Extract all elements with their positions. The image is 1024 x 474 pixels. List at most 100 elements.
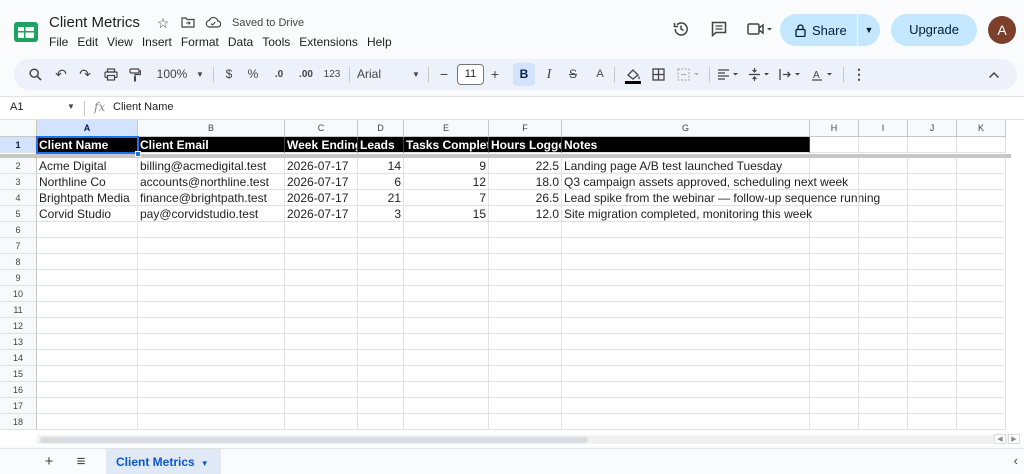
scroll-left-icon[interactable]: ◀ — [994, 434, 1006, 444]
empty-cell[interactable] — [404, 302, 489, 318]
cloud-saved-icon[interactable] — [205, 14, 222, 32]
sheet-tab-client-metrics[interactable]: Client Metrics ▼ — [106, 449, 221, 474]
empty-cell[interactable] — [957, 158, 1006, 174]
row-header-5[interactable]: 5 — [0, 206, 37, 222]
row-header-8[interactable]: 8 — [0, 254, 37, 270]
empty-cell[interactable] — [489, 366, 562, 382]
empty-cell[interactable] — [908, 302, 957, 318]
empty-cell[interactable] — [908, 366, 957, 382]
empty-cell[interactable] — [957, 222, 1006, 238]
table-cell[interactable]: 3 — [358, 206, 404, 222]
table-cell[interactable]: Landing page A/B test launched Tuesday — [562, 158, 810, 174]
italic-button[interactable]: I — [541, 59, 557, 90]
empty-cell[interactable] — [404, 254, 489, 270]
empty-cell[interactable] — [810, 270, 859, 286]
empty-cell[interactable] — [810, 137, 859, 153]
more-formats-button[interactable]: 123 — [322, 59, 342, 90]
empty-cell[interactable] — [138, 254, 285, 270]
empty-cell[interactable] — [138, 334, 285, 350]
empty-cell[interactable] — [562, 302, 810, 318]
empty-cell[interactable] — [957, 238, 1006, 254]
empty-cell[interactable] — [859, 398, 908, 414]
menu-extensions[interactable]: Extensions — [299, 35, 362, 49]
empty-cell[interactable] — [489, 334, 562, 350]
empty-cell[interactable] — [37, 286, 138, 302]
empty-cell[interactable] — [138, 318, 285, 334]
empty-cell[interactable] — [285, 286, 358, 302]
vertical-scrollbar[interactable] — [1011, 120, 1024, 446]
empty-cell[interactable] — [810, 366, 859, 382]
select-all-corner[interactable] — [0, 120, 37, 137]
empty-cell[interactable] — [562, 366, 810, 382]
empty-cell[interactable] — [908, 382, 957, 398]
empty-cell[interactable] — [957, 286, 1006, 302]
empty-cell[interactable] — [810, 206, 859, 222]
empty-cell[interactable] — [957, 398, 1006, 414]
redo-icon[interactable]: ↷ — [77, 59, 93, 90]
empty-cell[interactable] — [859, 414, 908, 430]
paint-format-icon[interactable] — [127, 59, 143, 90]
empty-cell[interactable] — [908, 137, 957, 153]
menu-tools[interactable]: Tools — [262, 35, 294, 49]
empty-cell[interactable] — [859, 254, 908, 270]
empty-cell[interactable] — [908, 350, 957, 366]
empty-cell[interactable] — [285, 350, 358, 366]
move-folder-icon[interactable] — [180, 14, 196, 32]
vertical-align-icon[interactable] — [747, 59, 773, 90]
share-dropdown-icon[interactable]: ▼ — [858, 25, 880, 35]
empty-cell[interactable] — [859, 334, 908, 350]
empty-cell[interactable] — [859, 137, 908, 153]
font-family-select[interactable]: Arial — [357, 59, 387, 90]
add-sheet-icon[interactable]: + — [40, 453, 58, 471]
table-cell[interactable]: 2026-07-17 — [285, 174, 358, 190]
sheets-logo[interactable] — [12, 18, 40, 46]
column-header-g[interactable]: G — [562, 120, 810, 137]
empty-cell[interactable] — [810, 382, 859, 398]
empty-cell[interactable] — [489, 222, 562, 238]
empty-cell[interactable] — [908, 414, 957, 430]
empty-cell[interactable] — [957, 137, 1006, 153]
empty-cell[interactable] — [859, 302, 908, 318]
avatar[interactable]: A — [988, 16, 1016, 44]
empty-cell[interactable] — [285, 238, 358, 254]
empty-cell[interactable] — [138, 302, 285, 318]
empty-cell[interactable] — [404, 398, 489, 414]
empty-cell[interactable] — [285, 270, 358, 286]
empty-cell[interactable] — [404, 286, 489, 302]
table-cell[interactable]: 2026-07-17 — [285, 190, 358, 206]
menu-help[interactable]: Help — [367, 35, 396, 49]
empty-cell[interactable] — [138, 398, 285, 414]
table-cell[interactable]: 21 — [358, 190, 404, 206]
comments-icon[interactable] — [709, 20, 729, 40]
menu-view[interactable]: View — [107, 35, 137, 49]
empty-cell[interactable] — [908, 270, 957, 286]
table-cell[interactable]: 6 — [358, 174, 404, 190]
document-title[interactable]: Client Metrics — [49, 14, 140, 31]
empty-cell[interactable] — [285, 334, 358, 350]
header-cell[interactable]: Hours Logged — [489, 137, 562, 153]
empty-cell[interactable] — [562, 286, 810, 302]
empty-cell[interactable] — [859, 318, 908, 334]
empty-cell[interactable] — [859, 382, 908, 398]
row-header-11[interactable]: 11 — [0, 302, 37, 318]
empty-cell[interactable] — [908, 238, 957, 254]
empty-cell[interactable] — [404, 334, 489, 350]
column-header-c[interactable]: C — [285, 120, 358, 137]
empty-cell[interactable] — [285, 382, 358, 398]
empty-cell[interactable] — [358, 286, 404, 302]
empty-cell[interactable] — [138, 238, 285, 254]
empty-cell[interactable] — [908, 318, 957, 334]
empty-cell[interactable] — [358, 318, 404, 334]
empty-cell[interactable] — [489, 350, 562, 366]
empty-cell[interactable] — [908, 206, 957, 222]
empty-cell[interactable] — [358, 366, 404, 382]
table-cell[interactable]: Corvid Studio — [37, 206, 138, 222]
header-cell[interactable]: Client Name — [37, 137, 138, 153]
empty-cell[interactable] — [859, 206, 908, 222]
all-sheets-icon[interactable]: ≡ — [72, 453, 90, 471]
table-cell[interactable]: Brightpath Media — [37, 190, 138, 206]
empty-cell[interactable] — [358, 334, 404, 350]
print-icon[interactable] — [102, 59, 120, 90]
fill-handle[interactable] — [135, 151, 141, 157]
column-header-e[interactable]: E — [404, 120, 489, 137]
